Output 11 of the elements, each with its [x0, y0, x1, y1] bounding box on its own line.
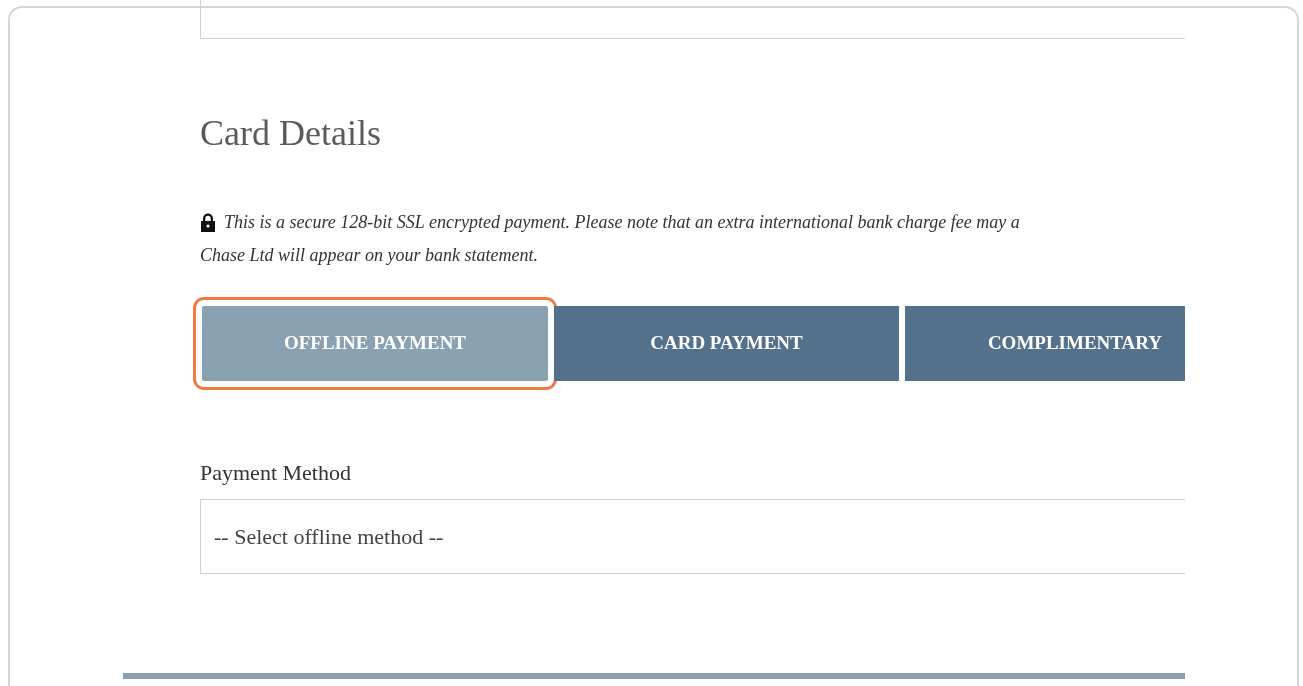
notice-text: Chase Ltd will appear on your bank statement. [200, 244, 538, 266]
payment-tab[interactable]: COMPLIMENTARY [905, 306, 1185, 381]
section-heading: Card Details [200, 113, 381, 153]
input-field[interactable] [200, 0, 1185, 39]
field-label: Payment Method [200, 460, 351, 486]
payment-tab[interactable]: OFFLINE PAYMENT [202, 306, 548, 381]
select-field[interactable]: -- Select offline method -- [200, 499, 1185, 574]
payment-tab[interactable]: CARD PAYMENT [554, 306, 899, 381]
lock-icon [200, 212, 216, 232]
select-value: -- Select offline method -- [214, 523, 444, 551]
notice-text: This is a secure 128-bit SSL encrypted payment. Please note that an extra international bank charge fee may a [224, 211, 1020, 233]
